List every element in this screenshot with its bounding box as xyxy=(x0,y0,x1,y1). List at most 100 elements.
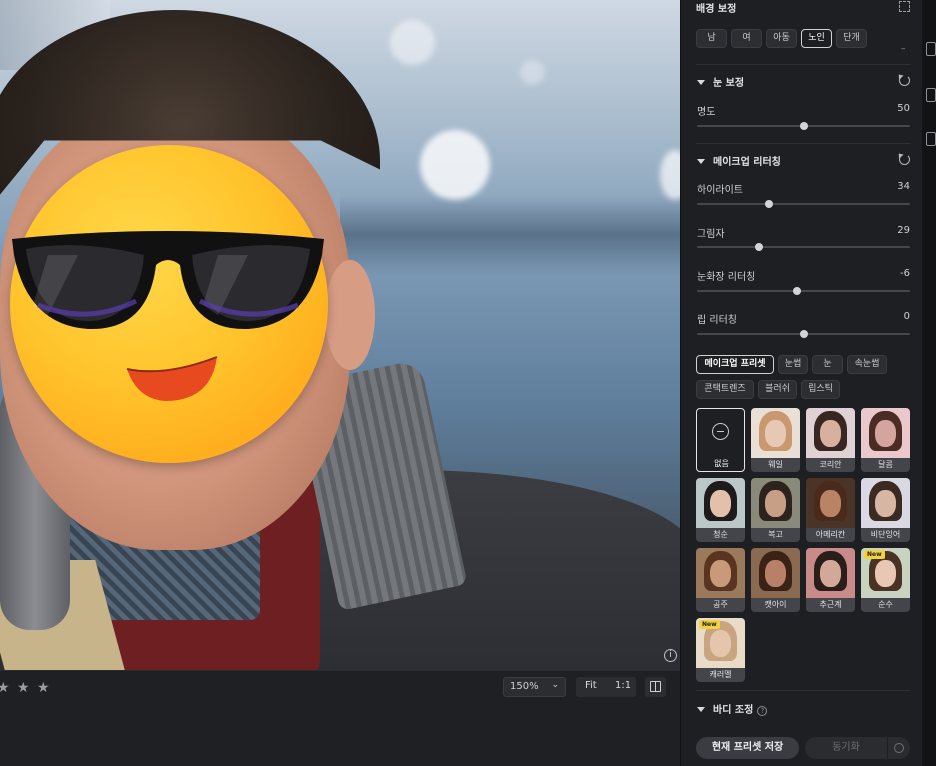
preset-tile[interactable]: 비단잉어 xyxy=(861,478,910,542)
adjustment-panel: 배경 보정 남 여 아동 노인 단개 – 눈 보정 명도 50 메이크업 리터칭… xyxy=(680,0,922,766)
slider-label: 립 리터칭 xyxy=(697,315,737,326)
caret-down-icon xyxy=(697,159,705,164)
expand-icon[interactable] xyxy=(899,1,910,12)
fit-button[interactable]: Fit xyxy=(585,680,597,691)
sync-button[interactable]: 동기화 xyxy=(805,737,887,759)
one-to-one-button[interactable]: 1:1 xyxy=(615,680,631,691)
tool-icon[interactable] xyxy=(926,132,936,146)
star-icon[interactable]: ★ xyxy=(37,681,51,695)
slider-thumb[interactable] xyxy=(800,122,808,130)
slider-label: 눈화장 리터칭 xyxy=(697,272,756,283)
slider-thumb[interactable] xyxy=(800,330,808,338)
preset-thumbnail xyxy=(806,408,855,458)
preset-label: 코리안 xyxy=(806,458,855,472)
slider-thumb[interactable] xyxy=(793,287,801,295)
new-badge: New xyxy=(864,550,885,559)
tab-contact-lens[interactable]: 콘택트렌즈 xyxy=(696,380,754,399)
preset-tile[interactable]: 아메리칸 xyxy=(806,478,855,542)
star-icon[interactable]: ★ xyxy=(17,681,31,695)
background-wall xyxy=(340,195,680,275)
shadow-slider[interactable] xyxy=(697,243,910,251)
tab-eye[interactable]: 눈 xyxy=(812,355,843,374)
section-makeup-retouch[interactable]: 메이크업 리터칭 xyxy=(697,153,781,168)
highlight-slider[interactable] xyxy=(697,200,910,208)
eye-makeup-slider[interactable] xyxy=(697,287,910,295)
reset-icon[interactable] xyxy=(899,75,910,86)
zoom-select[interactable]: 150% ⌄ xyxy=(503,677,566,697)
preset-tile[interactable]: 공주 xyxy=(696,548,745,612)
person-ear xyxy=(325,260,375,370)
split-view-icon xyxy=(650,681,661,692)
preset-thumbnail xyxy=(696,478,745,528)
preset-tile[interactable]: 없음 xyxy=(696,408,745,472)
slider-thumb[interactable] xyxy=(755,243,763,251)
preset-tile[interactable]: 추근계 xyxy=(806,548,855,612)
slider-value: -6 xyxy=(900,268,910,279)
slider-value: 34 xyxy=(897,181,910,192)
chip-female[interactable]: 여 xyxy=(731,29,762,48)
preset-thumbnail xyxy=(696,548,745,598)
section-title-background: 배경 보정 xyxy=(696,4,737,15)
tab-eyebrow[interactable]: 눈썹 xyxy=(778,355,808,374)
bokeh-light xyxy=(520,60,545,85)
save-preset-button[interactable]: 현재 프리셋 저장 xyxy=(696,737,799,759)
thumbnail-face xyxy=(820,420,841,447)
preset-label: 달콤 xyxy=(861,458,910,472)
thumbnail-face xyxy=(820,490,841,517)
preset-tile[interactable]: 캣아이 xyxy=(751,548,800,612)
tab-lipstick[interactable]: 립스틱 xyxy=(801,380,840,399)
preset-tile[interactable]: New 순수 xyxy=(861,548,910,612)
tab-blush[interactable]: 블러쉬 xyxy=(758,380,797,399)
sync-settings-button[interactable] xyxy=(888,737,910,759)
thumbnail-face xyxy=(820,560,841,587)
preset-tile[interactable]: 웨일 xyxy=(751,408,800,472)
preset-thumbnail xyxy=(861,408,910,458)
section-title-body: 바디 조정 xyxy=(713,705,754,716)
slider-value: 50 xyxy=(897,103,910,114)
divider xyxy=(696,64,910,65)
preset-label: 아메리칸 xyxy=(806,528,855,542)
preset-label: 순수 xyxy=(861,598,910,612)
slider-thumb[interactable] xyxy=(765,200,773,208)
star-icon[interactable]: ★ xyxy=(0,681,11,695)
section-eye-correction[interactable]: 눈 보정 xyxy=(697,74,744,89)
slider-value: 29 xyxy=(897,225,910,236)
help-icon[interactable]: ? xyxy=(757,706,768,716)
preset-tile[interactable]: 복고 xyxy=(751,478,800,542)
bokeh-light xyxy=(420,130,490,200)
preset-tile[interactable]: 코리안 xyxy=(806,408,855,472)
chip-group[interactable]: 단개 xyxy=(836,29,867,48)
emoji-sunglasses xyxy=(12,231,324,330)
thumbnail-face xyxy=(710,560,731,587)
tab-eyelash[interactable]: 속눈썹 xyxy=(847,355,887,374)
tool-icon[interactable] xyxy=(926,42,936,56)
reset-icon[interactable] xyxy=(899,154,910,165)
preset-tile[interactable]: 청순 xyxy=(696,478,745,542)
preset-tile[interactable]: 달콤 xyxy=(861,408,910,472)
chip-child[interactable]: 아동 xyxy=(766,29,797,48)
preset-label: 캐러멜 xyxy=(696,668,745,682)
lip-retouch-slider[interactable] xyxy=(697,330,910,338)
compare-button[interactable] xyxy=(645,677,666,697)
chevron-down-icon: ⌄ xyxy=(551,680,559,690)
bokeh-light xyxy=(390,20,435,65)
brightness-slider[interactable] xyxy=(697,122,910,130)
tab-makeup-preset[interactable]: 메이크업 프리셋 xyxy=(696,355,774,374)
caret-down-icon xyxy=(697,707,705,712)
section-body-adjust[interactable]: 바디 조정? xyxy=(697,701,768,716)
preset-tile[interactable]: New 캐러멜 xyxy=(696,618,745,682)
new-badge: New xyxy=(699,620,720,629)
caret-down-icon xyxy=(697,80,705,85)
chip-senior[interactable]: 노인 xyxy=(801,29,832,48)
preset-thumbnail xyxy=(806,548,855,598)
preset-label: 청순 xyxy=(696,528,745,542)
info-icon[interactable]: i xyxy=(664,649,677,662)
tool-icon[interactable] xyxy=(926,88,936,102)
no-preset-icon xyxy=(712,423,729,440)
photo-canvas[interactable] xyxy=(0,0,680,670)
slider-label: 그림자 xyxy=(697,229,725,240)
preset-thumbnail xyxy=(806,478,855,528)
bokeh-light xyxy=(660,150,680,200)
chip-male[interactable]: 남 xyxy=(696,29,727,48)
preset-label: 없음 xyxy=(714,459,729,468)
